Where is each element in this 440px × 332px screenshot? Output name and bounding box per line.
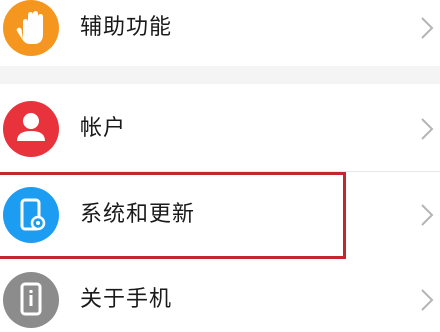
highlight-box (0, 172, 346, 259)
group-separator (0, 66, 440, 84)
settings-item-accessibility[interactable]: 辅助功能 (0, 0, 440, 68)
settings-item-label: 辅助功能 (80, 15, 173, 40)
phone-info-icon (3, 272, 59, 328)
chevron-right-icon (420, 288, 434, 312)
chevron-right-icon (420, 203, 434, 227)
hand-icon (3, 0, 59, 56)
settings-item-label: 关于手机 (80, 287, 173, 312)
settings-screen: 辅助功能 帐户 系统和更新 关于手机 (0, 0, 440, 332)
settings-item-about-phone[interactable]: 关于手机 (0, 258, 440, 332)
settings-item-account[interactable]: 帐户 (0, 87, 440, 169)
settings-item-label: 帐户 (80, 116, 127, 141)
chevron-right-icon (420, 117, 434, 141)
chevron-right-icon (420, 16, 434, 40)
user-icon (3, 101, 59, 157)
